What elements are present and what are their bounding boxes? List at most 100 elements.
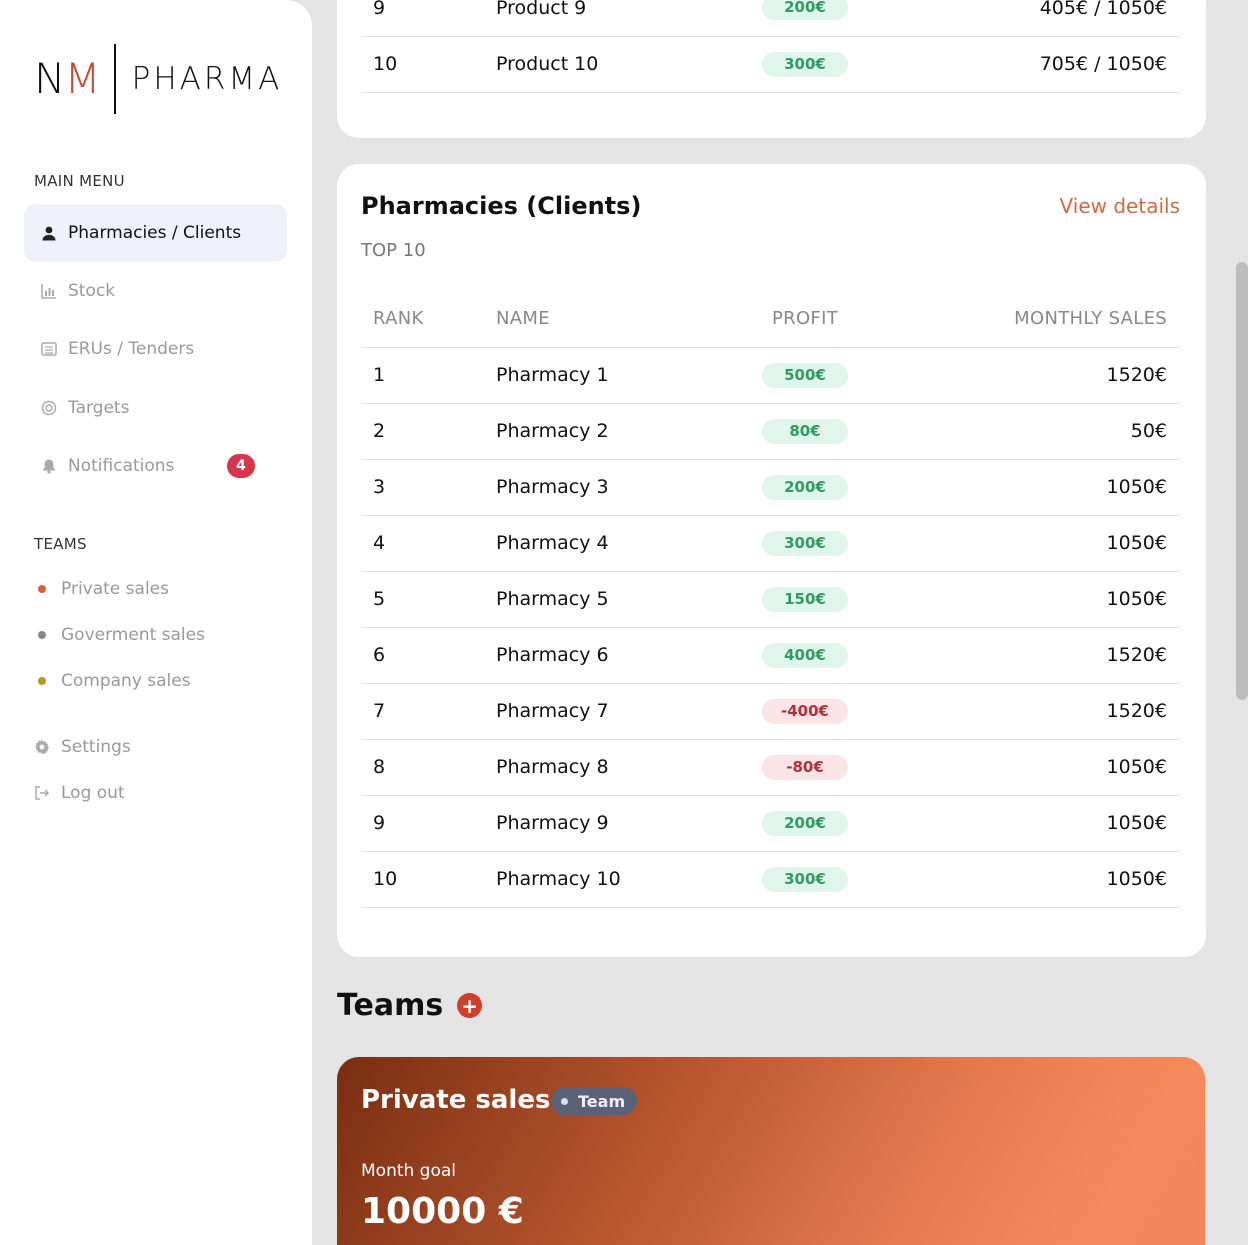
sidebar-item-label: Stock <box>68 281 116 301</box>
table-header-row: RANK NAME PROFIT MONTHLY SALES <box>361 291 1181 348</box>
sales-cell: 1050€ <box>885 739 1181 796</box>
column-header-profit[interactable]: PROFIT <box>725 291 885 348</box>
column-header-monthly-sales[interactable]: MONTHLY SALES <box>885 291 1181 348</box>
month-goal-label: Month goal <box>361 1161 457 1181</box>
sales-cell: 1520€ <box>885 347 1181 404</box>
table-row[interactable]: 9 Product 9 200€ 405€ / 1050€ <box>361 0 1181 37</box>
profit-pill: 300€ <box>762 866 848 892</box>
profit-cell: 200€ <box>725 795 885 852</box>
sales-cell: 1050€ <box>885 571 1181 628</box>
rank-cell: 9 <box>361 795 485 852</box>
pharmacies-table: RANK NAME PROFIT MONTHLY SALES 1 Pharmacy… <box>361 291 1181 908</box>
logo-wordmark: PHARMA <box>131 61 283 97</box>
logout-link[interactable]: Log out <box>33 783 125 803</box>
name-cell: Pharmacy 6 <box>485 627 725 684</box>
profit-pill: 300€ <box>762 51 848 77</box>
logout-icon <box>33 784 51 802</box>
team-color-dot <box>38 677 46 685</box>
name-cell: Product 10 <box>485 36 725 93</box>
team-color-dot <box>38 585 46 593</box>
sales-cell: 1050€ <box>885 795 1181 852</box>
rank-cell: 7 <box>361 683 485 740</box>
main-menu-label: MAIN MENU <box>34 172 125 190</box>
name-cell: Pharmacy 3 <box>485 459 725 516</box>
user-icon <box>40 224 58 242</box>
sidebar-item-targets[interactable]: Targets <box>24 379 287 437</box>
table-row[interactable]: 1 Pharmacy 1 500€ 1520€ <box>361 347 1181 404</box>
name-cell: Pharmacy 7 <box>485 683 725 740</box>
profit-pill: 200€ <box>762 474 848 500</box>
rank-cell: 10 <box>361 851 485 908</box>
sidebar-item-stock[interactable]: Stock <box>24 262 287 320</box>
name-cell: Pharmacy 2 <box>485 403 725 460</box>
rank-cell: 4 <box>361 515 485 572</box>
sidebar-item-pharmacies[interactable]: Pharmacies / Clients <box>24 204 287 262</box>
sidebar-item-erus-tenders[interactable]: ERUs / Tenders <box>24 320 287 378</box>
column-header-rank[interactable]: RANK <box>361 291 485 348</box>
rank-cell: 10 <box>361 36 485 93</box>
profit-pill: 150€ <box>762 586 848 612</box>
settings-label: Settings <box>61 737 131 757</box>
tag-dot-icon <box>561 1097 568 1105</box>
sidebar-item-label: ERUs / Tenders <box>68 339 195 359</box>
table-row[interactable]: 9 Pharmacy 9 200€ 1050€ <box>361 795 1181 852</box>
profit-cell: 300€ <box>725 515 885 572</box>
profit-pill: 200€ <box>762 810 848 836</box>
logout-label: Log out <box>61 783 125 803</box>
profit-cell: -80€ <box>725 739 885 796</box>
rank-cell: 8 <box>361 739 485 796</box>
sales-cell: 1520€ <box>885 627 1181 684</box>
team-tag-label: Team <box>578 1091 626 1111</box>
chart-icon <box>40 282 58 300</box>
sidebar-team-goverment-sales[interactable]: Goverment sales <box>38 625 205 645</box>
sidebar-team-label: Goverment sales <box>61 625 205 645</box>
teams-label: TEAMS <box>34 535 87 553</box>
sidebar-team-company-sales[interactable]: Company sales <box>38 671 191 691</box>
profit-cell: 300€ <box>725 36 885 93</box>
brand-logo[interactable]: NM PHARMA <box>34 44 282 114</box>
team-card-private-sales[interactable]: Private sales Team Month goal 10000 € <box>337 1057 1205 1245</box>
rank-cell: 9 <box>361 0 485 37</box>
table-row[interactable]: 7 Pharmacy 7 -400€ 1520€ <box>361 683 1181 740</box>
settings-link[interactable]: Settings <box>33 737 131 757</box>
view-details-link[interactable]: View details <box>1060 194 1180 218</box>
products-table: 9 Product 9 200€ 405€ / 1050€ 10 Product… <box>361 0 1181 93</box>
table-row[interactable]: 10 Product 10 300€ 705€ / 1050€ <box>361 36 1181 93</box>
table-row[interactable]: 2 Pharmacy 2 80€ 50€ <box>361 403 1181 460</box>
sidebar-team-private-sales[interactable]: Private sales <box>38 579 169 599</box>
profit-pill: 500€ <box>762 362 848 388</box>
table-row[interactable]: 10 Pharmacy 10 300€ 1050€ <box>361 851 1181 908</box>
sidebar-team-label: Company sales <box>61 671 191 691</box>
sales-cell: 1520€ <box>885 683 1181 740</box>
pharmacies-card: Pharmacies (Clients) View details TOP 10… <box>337 164 1206 957</box>
profit-pill: -80€ <box>762 754 848 780</box>
column-header-name[interactable]: NAME <box>485 291 725 348</box>
table-row[interactable]: 8 Pharmacy 8 -80€ 1050€ <box>361 739 1181 796</box>
bell-icon <box>40 457 58 475</box>
logo-mark: NM <box>34 54 101 103</box>
add-team-button[interactable]: + <box>457 993 483 1018</box>
name-cell: Pharmacy 8 <box>485 739 725 796</box>
notification-count-badge: 4 <box>227 454 255 478</box>
month-goal-value: 10000 € <box>361 1191 524 1232</box>
team-tag-badge: Team <box>551 1087 638 1115</box>
table-row[interactable]: 6 Pharmacy 6 400€ 1520€ <box>361 627 1181 684</box>
team-name: Private sales <box>361 1085 551 1115</box>
logo-divider <box>113 44 116 114</box>
products-card: 9 Product 9 200€ 405€ / 1050€ 10 Product… <box>337 0 1206 138</box>
table-row[interactable]: 3 Pharmacy 3 200€ 1050€ <box>361 459 1181 516</box>
sidebar-item-notifications[interactable]: Notifications 4 <box>24 437 287 495</box>
name-cell: Product 9 <box>485 0 725 37</box>
name-cell: Pharmacy 5 <box>485 571 725 628</box>
page-scrollbar[interactable] <box>1236 262 1248 700</box>
profit-cell: 500€ <box>725 347 885 404</box>
table-row[interactable]: 4 Pharmacy 4 300€ 1050€ <box>361 515 1181 572</box>
list-icon <box>40 340 58 358</box>
table-row[interactable]: 5 Pharmacy 5 150€ 1050€ <box>361 571 1181 628</box>
profit-pill: 80€ <box>762 418 848 444</box>
rank-cell: 6 <box>361 627 485 684</box>
team-color-dot <box>38 631 46 639</box>
sidebar-team-label: Private sales <box>61 579 169 599</box>
sales-cell: 50€ <box>885 403 1181 460</box>
sidebar-item-label: Pharmacies / Clients <box>68 223 242 243</box>
